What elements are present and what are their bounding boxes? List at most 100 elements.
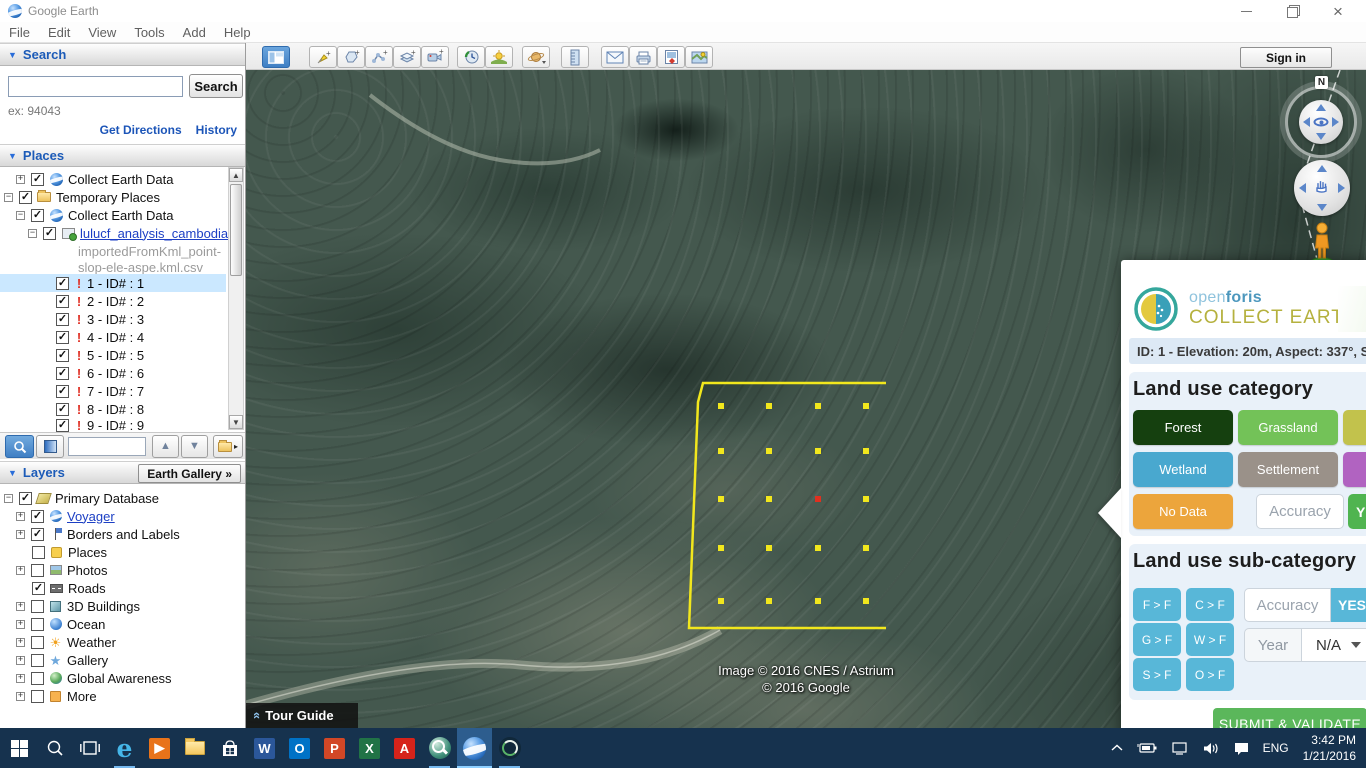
layer-label[interactable]: Photos <box>67 563 107 578</box>
checkbox[interactable] <box>31 209 44 222</box>
placemark-label[interactable]: 1 - ID# : 1 <box>87 276 144 291</box>
checkbox[interactable] <box>56 295 69 308</box>
places-panel-header[interactable]: ▼ Places <box>0 144 245 167</box>
look-down-icon[interactable] <box>1316 133 1326 140</box>
taskbar-store[interactable] <box>212 728 247 768</box>
placemark-row[interactable]: ! 1 - ID# : 1 <box>0 274 226 292</box>
planets-button[interactable] <box>522 46 550 68</box>
look-control[interactable] <box>1299 100 1343 144</box>
close-icon[interactable] <box>1318 0 1358 22</box>
save-image-button[interactable] <box>657 46 685 68</box>
language-indicator[interactable]: ENG <box>1263 741 1289 755</box>
layer-row[interactable]: Places <box>0 543 107 561</box>
folder-options-button[interactable]: ▸ <box>213 435 243 458</box>
checkbox[interactable] <box>19 492 32 505</box>
menu-add[interactable]: Add <box>174 25 215 40</box>
view-in-maps-button[interactable] <box>685 46 713 68</box>
taskbar-excel[interactable]: X <box>352 728 387 768</box>
subcategory-s-f-button[interactable]: S > F <box>1133 658 1181 691</box>
placemark-label[interactable]: 9 - ID# : 9 <box>87 418 144 433</box>
checkbox[interactable] <box>56 313 69 326</box>
sunlight-button[interactable] <box>485 46 513 68</box>
checkbox[interactable] <box>31 564 44 577</box>
menu-edit[interactable]: Edit <box>39 25 79 40</box>
checkbox[interactable] <box>56 367 69 380</box>
layer-label[interactable]: Global Awareness <box>67 671 172 686</box>
print-button[interactable] <box>629 46 657 68</box>
places-tree-item[interactable]: Collect Earth Data <box>0 170 174 188</box>
year-dropdown[interactable]: N/A <box>1302 628 1366 662</box>
places-tree-item[interactable]: Temporary Places <box>0 188 160 206</box>
checkbox[interactable] <box>31 510 44 523</box>
placemark-label[interactable]: 2 - ID# : 2 <box>87 294 144 309</box>
scrollbar-thumb[interactable] <box>230 184 242 276</box>
placemark-row[interactable]: ! 3 - ID# : 3 <box>0 310 144 328</box>
subcategory-c-f-button[interactable]: C > F <box>1186 588 1234 621</box>
add-placemark-button[interactable]: + <box>309 46 337 68</box>
minimize-icon[interactable] <box>1226 0 1266 22</box>
tree-item-label[interactable]: lulucf_analysis_cambodia <box>80 226 228 241</box>
historical-imagery-button[interactable] <box>457 46 485 68</box>
checkbox[interactable] <box>32 546 45 559</box>
sign-in-button[interactable]: Sign in <box>1240 47 1332 68</box>
look-left-icon[interactable] <box>1303 117 1310 127</box>
taskbar-word[interactable]: W <box>247 728 282 768</box>
expand-icon[interactable] <box>16 566 25 575</box>
submit-validate-button[interactable]: SUBMIT & VALIDATE <box>1213 708 1366 728</box>
add-image-overlay-button[interactable]: + <box>393 46 421 68</box>
menu-help[interactable]: Help <box>215 25 260 40</box>
layers-panel-header[interactable]: ▼ Layers Earth Gallery » <box>0 461 245 484</box>
layer-label[interactable]: Voyager <box>67 509 115 524</box>
subcategory-accuracy-yes-button[interactable]: YES <box>1331 588 1366 622</box>
layer-label[interactable]: Ocean <box>67 617 105 632</box>
category-no-data-button[interactable]: No Data <box>1133 494 1233 529</box>
layer-row[interactable]: Voyager <box>0 507 115 525</box>
places-tree-item[interactable]: lulucf_analysis_cambodia <box>0 224 228 242</box>
restore-icon[interactable] <box>1271 0 1311 22</box>
tree-item-label[interactable]: Collect Earth Data <box>68 208 174 223</box>
menu-file[interactable]: File <box>0 25 39 40</box>
placemark-label[interactable]: 4 - ID# : 4 <box>87 330 144 345</box>
scroll-up-icon[interactable]: ▲ <box>229 168 243 182</box>
ruler-button[interactable] <box>561 46 589 68</box>
show-profile-button[interactable] <box>36 435 64 458</box>
subcategory-f-f-button[interactable]: F > F <box>1133 588 1181 621</box>
checkbox[interactable] <box>19 191 32 204</box>
volume-icon[interactable] <box>1203 742 1220 755</box>
layer-label[interactable]: Borders and Labels <box>67 527 180 542</box>
category-settlement-button[interactable]: Settlement <box>1238 452 1338 487</box>
add-path-button[interactable]: + <box>365 46 393 68</box>
expand-icon[interactable] <box>16 175 25 184</box>
checkbox[interactable] <box>32 582 45 595</box>
taskbar-clock[interactable]: 3:42 PM 1/21/2016 <box>1303 732 1356 764</box>
expand-icon[interactable] <box>16 602 25 611</box>
checkbox[interactable] <box>31 600 44 613</box>
sidebar-toggle-button[interactable] <box>262 46 290 68</box>
category-wetland-button[interactable]: Wetland <box>1133 452 1233 487</box>
look-joystick[interactable]: N <box>1282 78 1362 164</box>
move-joystick[interactable] <box>1294 160 1350 216</box>
places-filter-input[interactable] <box>68 437 146 456</box>
network-icon[interactable] <box>1171 742 1189 755</box>
checkbox[interactable] <box>56 385 69 398</box>
layer-row[interactable]: Global Awareness <box>0 669 172 687</box>
placemark-row[interactable]: ! 2 - ID# : 2 <box>0 292 144 310</box>
record-tour-button[interactable]: + <box>421 46 449 68</box>
get-directions-link[interactable]: Get Directions <box>100 123 182 137</box>
taskbar-edge[interactable]: e <box>107 728 142 768</box>
menu-view[interactable]: View <box>79 25 125 40</box>
move-left-icon[interactable] <box>1299 183 1306 193</box>
subcategory-o-f-button[interactable]: O > F <box>1186 658 1234 691</box>
search-button[interactable]: Search <box>189 74 243 98</box>
earth-gallery-button[interactable]: Earth Gallery » <box>138 464 241 483</box>
category-accuracy-yes-button[interactable]: YES <box>1348 494 1366 529</box>
layer-row[interactable]: ★ Gallery <box>0 651 108 669</box>
collapse-icon[interactable] <box>16 211 25 220</box>
placemark-row[interactable]: ! 4 - ID# : 4 <box>0 328 144 346</box>
category-cropland-button[interactable]: Cropland <box>1343 410 1366 445</box>
taskbar-search-button[interactable] <box>37 728 72 768</box>
taskbar-powerpoint[interactable]: P <box>317 728 352 768</box>
taskbar-collect-earth[interactable] <box>492 728 527 768</box>
move-right-icon[interactable] <box>1338 183 1345 193</box>
subcategory-w-f-button[interactable]: W > F <box>1186 623 1234 656</box>
